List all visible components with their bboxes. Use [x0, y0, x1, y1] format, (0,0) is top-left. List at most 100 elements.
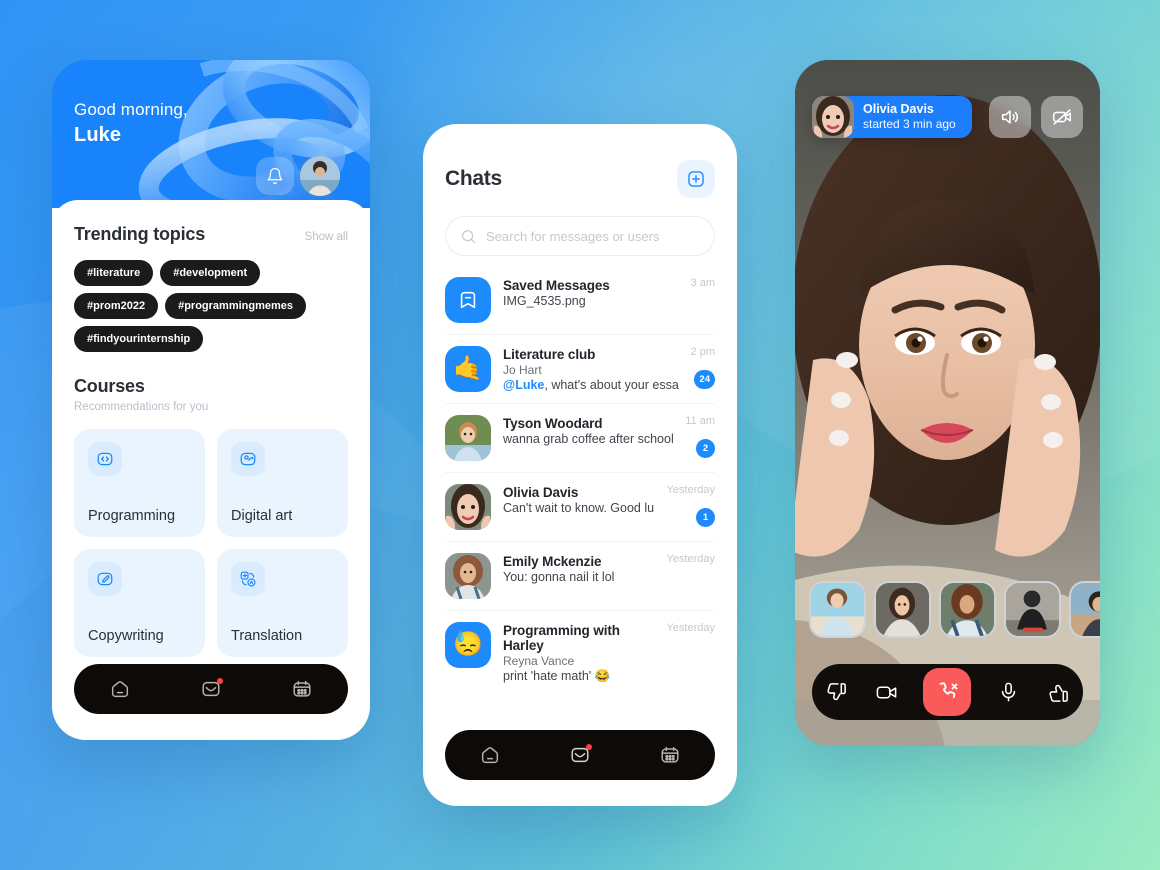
participant-photo	[876, 583, 929, 636]
microphone-icon	[1001, 682, 1015, 701]
search-input[interactable]: Search for messages or users	[445, 216, 715, 256]
saved-messages-avatar	[445, 277, 491, 323]
participant-thumbnail[interactable]	[1004, 581, 1061, 638]
chat-message: You: gonna nail it lol	[503, 570, 615, 584]
unread-badge: 1	[696, 508, 715, 527]
chat-list-item[interactable]: 🤙 Literature club Jo Hart @Luke, what's abo…	[445, 335, 715, 404]
course-card[interactable]: Programming	[74, 429, 205, 537]
chat-list: Saved Messages IMG_4535.png 3 am 🤙 Literatur…	[445, 266, 715, 695]
trending-tag[interactable]: #literature	[74, 260, 154, 286]
calendar-icon	[661, 746, 679, 763]
chat-meta: Yesterday	[666, 622, 715, 684]
screenshot-canvas: Good morning, Luke Trending topics Show …	[0, 0, 1160, 870]
search-placeholder: Search for messages or users	[486, 228, 660, 244]
home-tab[interactable]	[477, 742, 503, 768]
chat-list-item[interactable]: Saved Messages IMG_4535.png 3 am	[445, 266, 715, 335]
participant-thumbnail[interactable]	[939, 581, 996, 638]
home-bottom-tabbar	[74, 664, 348, 714]
chat-timestamp: 3 am	[690, 277, 715, 289]
courses-grid: Programming Digital art Copywriting Transla…	[74, 429, 348, 657]
participant-photo	[1006, 583, 1059, 636]
trending-show-all-link[interactable]: Show all	[305, 231, 348, 243]
trending-tag-list: #literature #development #prom2022 #program…	[74, 260, 348, 352]
trending-tag[interactable]: #findyourinternship	[74, 326, 204, 352]
chat-list-item[interactable]: 😓 Programming with Harley Reyna Vance print…	[445, 611, 715, 695]
group-avatar: 🤙	[445, 346, 491, 392]
greeting-block: Good morning, Luke	[74, 100, 188, 147]
speaker-icon	[1001, 110, 1018, 124]
course-card[interactable]: Translation	[217, 549, 348, 657]
image-stack-icon	[240, 452, 256, 466]
notification-bell-button[interactable]	[256, 157, 294, 195]
end-call-button[interactable]	[923, 668, 972, 716]
chat-list-item[interactable]: Emily Mckenzie You: gonna nail it lol Yest…	[445, 542, 715, 611]
chat-title: Saved Messages	[503, 278, 610, 293]
participant-photo	[941, 583, 994, 636]
thumbs-up-button[interactable]	[1045, 679, 1071, 705]
messages-tab[interactable]	[198, 676, 224, 702]
course-label: Translation	[231, 628, 303, 644]
chat-timestamp: Yesterday	[666, 484, 715, 496]
speaker-button[interactable]	[989, 96, 1031, 138]
trending-tag[interactable]: #prom2022	[74, 293, 159, 319]
messages-tab[interactable]	[567, 742, 593, 768]
participant-photo	[1071, 583, 1100, 636]
video-button[interactable]	[874, 679, 900, 705]
chat-message: IMG_4535.png	[503, 294, 586, 308]
home-content-sheet: Trending topics Show all #literature #dev…	[52, 200, 370, 740]
caller-info-pill: Olivia Davis started 3 min ago	[812, 96, 972, 138]
video-camera-icon	[876, 685, 897, 699]
chat-list-item[interactable]: Olivia DavisCan't wait to know. Good luc…	[445, 473, 715, 542]
thumbs-down-button[interactable]	[824, 679, 850, 705]
call-top-buttons	[989, 96, 1083, 138]
chats-bottom-tabbar	[445, 730, 715, 780]
chat-sender: Jo Hart	[503, 363, 542, 377]
trending-tag[interactable]: #programmingmemes	[165, 293, 307, 319]
course-card[interactable]: Digital art	[217, 429, 348, 537]
unread-badge: 24	[694, 370, 715, 389]
participant-thumbnail[interactable]	[874, 581, 931, 638]
bell-icon	[267, 167, 283, 185]
trending-tag[interactable]: #development	[160, 260, 261, 286]
new-chat-button[interactable]	[677, 160, 715, 198]
courses-title: Courses	[74, 376, 145, 396]
chat-list-item[interactable]: Tyson Woodard wanna grab coffee after sch…	[445, 404, 715, 473]
contact-avatar	[445, 415, 491, 461]
chats-header: Chats	[445, 160, 715, 198]
chat-text-block: Saved Messages IMG_4535.png	[503, 277, 679, 323]
chat-message: Can't wait to know. Good luck! 🤗	[503, 501, 655, 515]
courses-subtitle: Recommendations for you	[74, 401, 209, 413]
messages-badge-dot	[216, 678, 223, 684]
caller-text: Olivia Davis started 3 min ago	[863, 102, 956, 131]
page-title: Chats	[445, 167, 502, 190]
course-label: Copywriting	[88, 628, 164, 644]
call-control-bar	[812, 664, 1083, 720]
calendar-tab[interactable]	[289, 676, 315, 702]
chat-text-block: Olivia DavisCan't wait to know. Good luc…	[503, 484, 654, 530]
participant-thumbnail[interactable]	[809, 581, 866, 638]
chat-mention: @Luke	[503, 378, 545, 392]
chat-timestamp: 11 am	[685, 415, 715, 427]
courses-header: Courses Recommendations for you	[74, 376, 348, 413]
home-icon	[111, 681, 128, 698]
trending-title: Trending topics	[74, 224, 206, 244]
user-avatar[interactable]	[300, 156, 340, 196]
translate-icon	[240, 571, 256, 587]
chat-sender: Reyna Vance	[503, 654, 575, 668]
calendar-tab[interactable]	[657, 742, 683, 768]
avatar-photo	[300, 156, 340, 196]
chat-title: Tyson Woodard	[503, 416, 603, 431]
chat-meta: 2 pm 24	[691, 346, 715, 392]
mic-button[interactable]	[995, 679, 1021, 705]
caller-avatar-photo	[812, 96, 854, 138]
chat-meta: 11 am 2	[685, 415, 715, 461]
phone-hangup-icon	[940, 682, 958, 699]
pencil-edit-icon	[97, 572, 113, 586]
participant-thumbnail[interactable]	[1069, 581, 1100, 638]
phone-chats-screen: Chats Search for messages or users Saved…	[423, 124, 737, 806]
plus-square-icon	[688, 171, 704, 187]
course-card[interactable]: Copywriting	[74, 549, 205, 657]
chat-meta: 3 am	[691, 277, 715, 323]
home-tab[interactable]	[107, 676, 133, 702]
camera-off-button[interactable]	[1041, 96, 1083, 138]
